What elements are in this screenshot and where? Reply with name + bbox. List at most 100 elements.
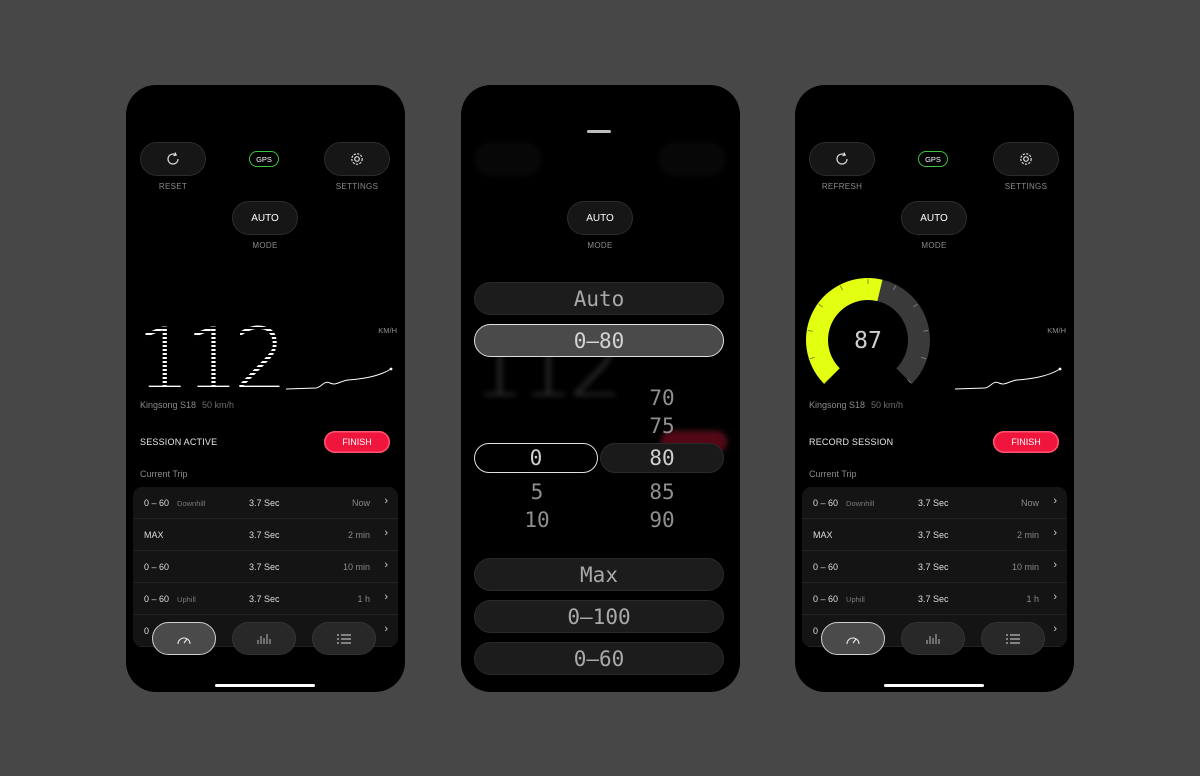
trip-time: 3.7 Sec — [249, 562, 280, 572]
device-name: Kingsong S18 — [809, 400, 866, 410]
mode-option-max[interactable]: Max — [474, 558, 724, 591]
wheel-value[interactable]: 85 — [632, 480, 692, 504]
trip-time: 3.7 Sec — [249, 594, 280, 604]
gps-badge: GPS — [249, 151, 279, 167]
speed-gauge: 87 — [806, 278, 930, 384]
chevron-right-icon: › — [384, 527, 388, 539]
trip-ago: 2 min — [1016, 530, 1039, 540]
chevron-right-icon: › — [1053, 559, 1057, 571]
sheet-grabber[interactable] — [587, 130, 611, 133]
chevron-right-icon: › — [384, 495, 388, 507]
trip-name: 0 – 60 — [144, 594, 170, 604]
trip-section-title: Current Trip — [140, 469, 188, 479]
tab-bar — [152, 622, 378, 656]
mode-button[interactable]: AUTO — [567, 201, 633, 235]
gauge-value: 87 — [854, 328, 882, 354]
chevron-right-icon: › — [1053, 527, 1057, 539]
home-indicator — [215, 684, 315, 687]
speedometer-icon — [177, 636, 191, 644]
trip-name: 0 – 60 — [813, 562, 839, 572]
chevron-right-icon: › — [1053, 623, 1057, 635]
wheel-value[interactable]: 70 — [632, 386, 692, 410]
tab-list[interactable] — [312, 622, 376, 655]
refresh-icon — [167, 152, 179, 165]
refresh-icon — [836, 152, 848, 165]
mode-option-0-60[interactable]: 0–60 — [474, 642, 724, 675]
trip-ago: 2 min — [347, 530, 370, 540]
trip-row[interactable]: MAX 3.7 Sec 2 min › — [133, 519, 398, 551]
unit-label: KM/H — [1047, 326, 1066, 335]
mode-button[interactable]: AUTO — [232, 201, 298, 235]
speed-trend-line — [955, 367, 1062, 390]
trip-ago: Now — [351, 498, 370, 508]
speedometer-icon — [846, 636, 860, 644]
finish-button[interactable]: FINISH — [993, 431, 1059, 453]
trip-name: 0 – 60 — [813, 498, 839, 508]
tab-bar — [821, 622, 1047, 656]
gear-icon — [351, 153, 363, 165]
tab-stats[interactable] — [901, 622, 965, 655]
trip-name: 0 – 60 — [144, 562, 170, 572]
trip-section-title: Current Trip — [809, 469, 857, 479]
chevron-right-icon: › — [384, 559, 388, 571]
trip-row[interactable]: MAX 3.7 Sec 2 min › — [802, 519, 1067, 551]
device-speed: 50 km/h — [202, 400, 235, 410]
bar-chart-icon — [257, 633, 271, 644]
tab-speedometer[interactable] — [152, 622, 216, 655]
reset-button[interactable] — [140, 142, 206, 176]
finish-button[interactable]: FINISH — [324, 431, 390, 453]
device-info: Kingsong S18 50 km/h — [809, 400, 903, 410]
home-indicator — [884, 684, 984, 687]
chevron-right-icon: › — [384, 591, 388, 603]
trip-row[interactable]: 0 – 60 Downhill 3.7 Sec Now › — [802, 487, 1067, 519]
trip-name: 0 — [144, 626, 150, 636]
tab-list[interactable] — [981, 622, 1045, 655]
wheel-value[interactable]: 90 — [632, 508, 692, 532]
mode-button[interactable]: AUTO — [901, 201, 967, 235]
mode-option-auto[interactable]: Auto — [474, 282, 724, 315]
session-status: RECORD SESSION — [809, 437, 894, 447]
refresh-button[interactable] — [809, 142, 875, 176]
chevron-right-icon: › — [1053, 495, 1057, 507]
phone-screen-gauge: REFRESH GPS SETTINGS AUTO MODE 87 KM/H K… — [795, 85, 1074, 692]
list-icon — [1006, 633, 1020, 644]
wheel-value[interactable]: 10 — [507, 508, 567, 532]
tab-stats[interactable] — [232, 622, 296, 655]
trip-row[interactable]: 0 – 60 3.7 Sec 10 min › — [802, 551, 1067, 583]
chevron-right-icon: › — [1053, 591, 1057, 603]
speed-trend-line — [286, 367, 393, 390]
wheel-selected-end[interactable]: 80 — [600, 443, 724, 473]
trip-row[interactable]: 0 – 60 Uphill 3.7 Sec 1 h › — [802, 583, 1067, 615]
trip-ago: 1 h — [357, 594, 370, 604]
trip-time: 3.7 Sec — [249, 530, 280, 540]
settings-label: SETTINGS — [1004, 182, 1048, 191]
trip-row[interactable]: 0 – 60 3.7 Sec 10 min › — [133, 551, 398, 583]
mode-option-0-80[interactable]: 0–80 — [474, 324, 724, 357]
trip-row[interactable]: 0 – 60 Downhill 3.7 Sec Now › — [133, 487, 398, 519]
trip-row[interactable]: 0 – 60 Uphill 3.7 Sec 1 h › — [133, 583, 398, 615]
wheel-value[interactable]: 5 — [507, 480, 567, 504]
trip-time: 3.7 Sec — [918, 530, 949, 540]
settings-button[interactable] — [993, 142, 1059, 176]
tab-speedometer[interactable] — [821, 622, 885, 655]
settings-button-bg — [659, 142, 725, 176]
trip-name: 0 – 60 — [144, 498, 170, 508]
settings-button[interactable] — [324, 142, 390, 176]
trip-ago: Now — [1020, 498, 1039, 508]
phone-screen-mode-picker: 112 AUTO MODE Auto 0–80 70 75 0 80 5 85 … — [461, 85, 740, 692]
gps-badge: GPS — [918, 151, 948, 167]
device-info: Kingsong S18 50 km/h — [140, 400, 234, 410]
wheel-selected-start[interactable]: 0 — [474, 443, 598, 473]
chevron-right-icon: › — [384, 623, 388, 635]
session-status: SESSION ACTIVE — [140, 437, 218, 447]
trip-time: 3.7 Sec — [249, 498, 280, 508]
unit-label: KM/H — [378, 326, 397, 335]
phone-screen-speed: RESET GPS SETTINGS AUTO MODE KM/H 112 Ki… — [126, 85, 405, 692]
trip-name: MAX — [813, 530, 833, 540]
mode-option-0-100[interactable]: 0–100 — [474, 600, 724, 633]
wheel-value[interactable]: 75 — [632, 414, 692, 438]
refresh-label: REFRESH — [821, 182, 863, 191]
trip-time: 3.7 Sec — [918, 594, 949, 604]
device-speed: 50 km/h — [871, 400, 904, 410]
mode-label: MODE — [252, 241, 278, 250]
